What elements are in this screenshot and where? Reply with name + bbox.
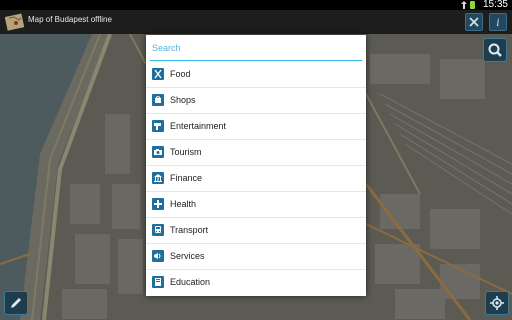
- category-dialog: Food Shops Entertainment Tourism Finance: [146, 35, 366, 296]
- category-label: Services: [170, 251, 205, 261]
- map-search-button[interactable]: [483, 38, 507, 62]
- shops-icon: [152, 94, 164, 106]
- status-bar: 15:35: [0, 0, 512, 10]
- category-label: Shops: [170, 95, 196, 105]
- search-bar: [146, 35, 366, 62]
- category-item-finance[interactable]: Finance: [146, 166, 366, 192]
- category-label: Health: [170, 199, 197, 209]
- transport-icon: [152, 224, 164, 236]
- category-label: Food: [170, 69, 191, 79]
- category-label: Tourism: [170, 147, 202, 157]
- action-bar: Map of Budapest offline i: [0, 10, 512, 34]
- search-underline: [150, 60, 362, 61]
- category-label: Transport: [170, 225, 209, 235]
- svg-text:i: i: [496, 18, 499, 29]
- pencil-icon: [11, 298, 21, 308]
- category-item-tourism[interactable]: Tourism: [146, 140, 366, 166]
- category-item-transport[interactable]: Transport: [146, 218, 366, 244]
- category-label: Entertainment: [170, 121, 227, 131]
- location-crosshair-icon: [490, 296, 504, 310]
- entertainment-icon: [152, 120, 164, 132]
- info-button[interactable]: i: [489, 13, 507, 31]
- signal-icon: [461, 1, 467, 9]
- education-icon: [152, 276, 164, 288]
- category-item-shops[interactable]: Shops: [146, 88, 366, 114]
- category-item-services[interactable]: Services: [146, 244, 366, 270]
- search-input[interactable]: [150, 40, 364, 56]
- food-icon: [152, 68, 164, 80]
- category-item-food[interactable]: Food: [146, 62, 366, 88]
- app-map-icon[interactable]: [5, 12, 25, 32]
- category-item-entertainment[interactable]: Entertainment: [146, 114, 366, 140]
- my-location-button[interactable]: [485, 291, 509, 315]
- tools-icon: [469, 17, 479, 27]
- battery-icon: [470, 1, 475, 9]
- category-label: Finance: [170, 173, 203, 183]
- edit-button[interactable]: [4, 291, 28, 315]
- tools-button[interactable]: [465, 13, 483, 31]
- category-item-education[interactable]: Education: [146, 270, 366, 296]
- status-time: 15:35: [482, 0, 508, 10]
- category-list: Food Shops Entertainment Tourism Finance: [146, 62, 366, 296]
- info-icon: i: [496, 18, 499, 29]
- services-icon: [152, 250, 164, 262]
- app-title: Map of Budapest offline: [28, 15, 112, 24]
- health-icon: [152, 198, 164, 210]
- category-item-health[interactable]: Health: [146, 192, 366, 218]
- finance-icon: [152, 172, 164, 184]
- tourism-icon: [152, 146, 164, 158]
- category-label: Education: [170, 277, 211, 287]
- search-icon: [488, 43, 502, 57]
